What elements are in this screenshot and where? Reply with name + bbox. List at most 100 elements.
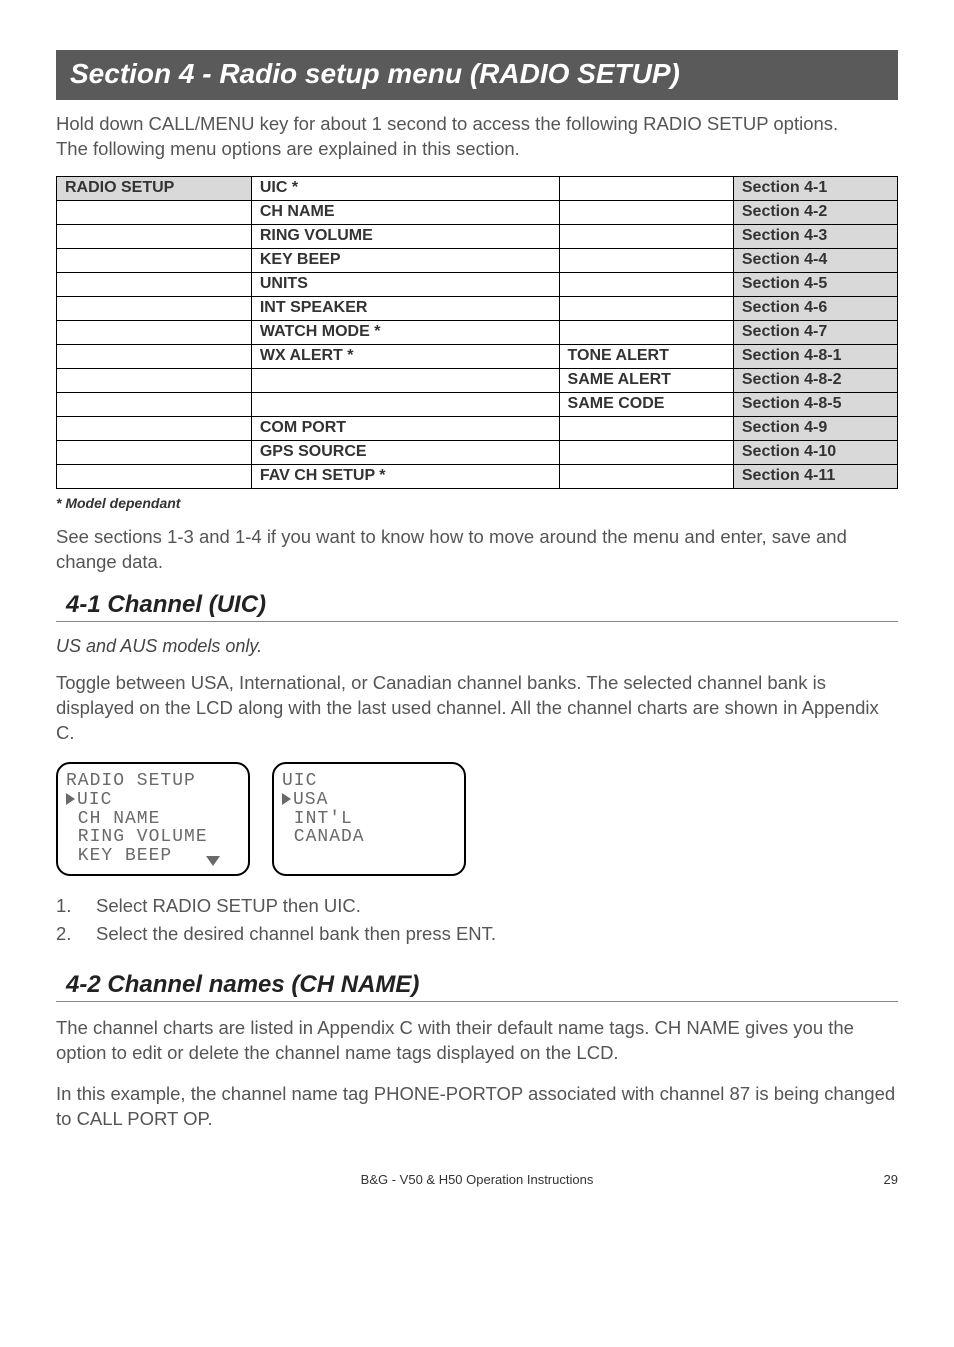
table-cell: UIC * (251, 176, 559, 200)
table-cell (57, 248, 252, 272)
page-footer: B&G - V50 & H50 Operation Instructions 2… (56, 1172, 898, 1187)
radio-setup-table: RADIO SETUPUIC * Section 4-1 CH NAME Sectio… (56, 176, 898, 489)
table-cell (559, 176, 733, 200)
table-cell: Section 4-6 (733, 296, 897, 320)
table-cell (559, 272, 733, 296)
table-cell: CH NAME (251, 200, 559, 224)
table-row: SAME ALERTSection 4-8-2 (57, 368, 898, 392)
table-cell: Section 4-7 (733, 320, 897, 344)
intro-line-2: The following menu options are explained… (56, 138, 520, 159)
step-number: 2. (56, 920, 96, 949)
table-cell: WX ALERT * (251, 344, 559, 368)
section-4-1-paragraph: Toggle between USA, International, or Ca… (56, 671, 898, 746)
table-cell (559, 416, 733, 440)
intro-paragraph: Hold down CALL/MENU key for about 1 seco… (56, 112, 898, 162)
table-row: GPS SOURCE Section 4-10 (57, 440, 898, 464)
table-cell (559, 248, 733, 272)
step-text: Select RADIO SETUP then UIC. (96, 892, 361, 921)
table-cell (57, 368, 252, 392)
table-cell (559, 200, 733, 224)
table-cell (559, 440, 733, 464)
table-row: CH NAME Section 4-2 (57, 200, 898, 224)
table-cell (559, 296, 733, 320)
table-cell: RADIO SETUP (57, 176, 252, 200)
table-cell: UNITS (251, 272, 559, 296)
table-cell: Section 4-10 (733, 440, 897, 464)
table-cell (57, 392, 252, 416)
lcd2-line4: CANADA (282, 827, 365, 847)
table-cell (251, 368, 559, 392)
table-row: SAME CODESection 4-8-5 (57, 392, 898, 416)
lcd2-line1: UIC (282, 771, 317, 791)
table-cell (57, 416, 252, 440)
step-text: Select the desired channel bank then pre… (96, 920, 496, 949)
table-cell: Section 4-8-5 (733, 392, 897, 416)
table-cell (251, 392, 559, 416)
table-cell (57, 464, 252, 488)
table-cell: Section 4-1 (733, 176, 897, 200)
section-4-banner: Section 4 - Radio setup menu (RADIO SETU… (56, 50, 898, 100)
list-item: 1. Select RADIO SETUP then UIC. (56, 892, 898, 921)
table-cell: FAV CH SETUP * (251, 464, 559, 488)
table-cell (57, 296, 252, 320)
table-cell (57, 200, 252, 224)
table-cell: Section 4-9 (733, 416, 897, 440)
down-arrow-icon (206, 856, 220, 866)
table-cell: Section 4-5 (733, 272, 897, 296)
table-row: WX ALERT *TONE ALERTSection 4-8-1 (57, 344, 898, 368)
table-row: RADIO SETUPUIC * Section 4-1 (57, 176, 898, 200)
section-4-2-paragraph-1: The channel charts are listed in Appendi… (56, 1016, 898, 1066)
table-cell: RING VOLUME (251, 224, 559, 248)
model-dependant-footnote: * Model dependant (56, 495, 898, 511)
section-4-1-subnote: US and AUS models only. (56, 636, 898, 657)
table-cell: Section 4-4 (733, 248, 897, 272)
table-cell: TONE ALERT (559, 344, 733, 368)
table-cell: Section 4-8-2 (733, 368, 897, 392)
table-cell: INT SPEAKER (251, 296, 559, 320)
table-cell (57, 344, 252, 368)
table-row: UNITS Section 4-5 (57, 272, 898, 296)
table-cell: Section 4-3 (733, 224, 897, 248)
table-cell: COM PORT (251, 416, 559, 440)
lcd-screen-uic: UIC USA INT'L CANADA (272, 762, 466, 876)
lcd1-line3: CH NAME (66, 809, 160, 829)
table-row: COM PORT Section 4-9 (57, 416, 898, 440)
lcd1-line4: RING VOLUME (66, 827, 208, 847)
table-row: INT SPEAKER Section 4-6 (57, 296, 898, 320)
see-sections-paragraph: See sections 1-3 and 1-4 if you want to … (56, 525, 898, 575)
lcd1-line1: RADIO SETUP (66, 771, 196, 791)
table-cell (57, 440, 252, 464)
table-cell: SAME ALERT (559, 368, 733, 392)
pointer-icon (66, 793, 75, 805)
lcd2-line2: USA (293, 790, 328, 810)
table-cell: GPS SOURCE (251, 440, 559, 464)
table-cell: Section 4-11 (733, 464, 897, 488)
table-cell: Section 4-2 (733, 200, 897, 224)
table-cell: Section 4-8-1 (733, 344, 897, 368)
pointer-icon (282, 793, 291, 805)
step-number: 1. (56, 892, 96, 921)
table-row: KEY BEEPSection 4-4 (57, 248, 898, 272)
section-4-2-paragraph-2: In this example, the channel name tag PH… (56, 1082, 898, 1132)
lcd1-line2: UIC (77, 790, 112, 810)
intro-line-1: Hold down CALL/MENU key for about 1 seco… (56, 113, 838, 134)
section-4-2-heading: 4-2 Channel names (CH NAME) (56, 971, 898, 1002)
table-cell (57, 272, 252, 296)
table-row: WATCH MODE * Section 4-7 (57, 320, 898, 344)
lcd2-line3: INT'L (282, 809, 353, 829)
table-cell: SAME CODE (559, 392, 733, 416)
section-4-1-heading: 4-1 Channel (UIC) (56, 591, 898, 622)
table-cell (57, 320, 252, 344)
page-number: 29 (884, 1172, 898, 1187)
list-item: 2. Select the desired channel bank then … (56, 920, 898, 949)
table-cell (559, 464, 733, 488)
table-row: FAV CH SETUP * Section 4-11 (57, 464, 898, 488)
table-cell (559, 224, 733, 248)
lcd-screen-radio-setup: RADIO SETUP UIC CH NAME RING VOLUME KEY … (56, 762, 250, 876)
table-row: RING VOLUME Section 4-3 (57, 224, 898, 248)
table-cell (57, 224, 252, 248)
footer-center-text: B&G - V50 & H50 Operation Instructions (361, 1172, 594, 1187)
section-4-1-steps: 1. Select RADIO SETUP then UIC. 2. Selec… (56, 892, 898, 949)
table-cell: WATCH MODE * (251, 320, 559, 344)
table-cell (559, 320, 733, 344)
